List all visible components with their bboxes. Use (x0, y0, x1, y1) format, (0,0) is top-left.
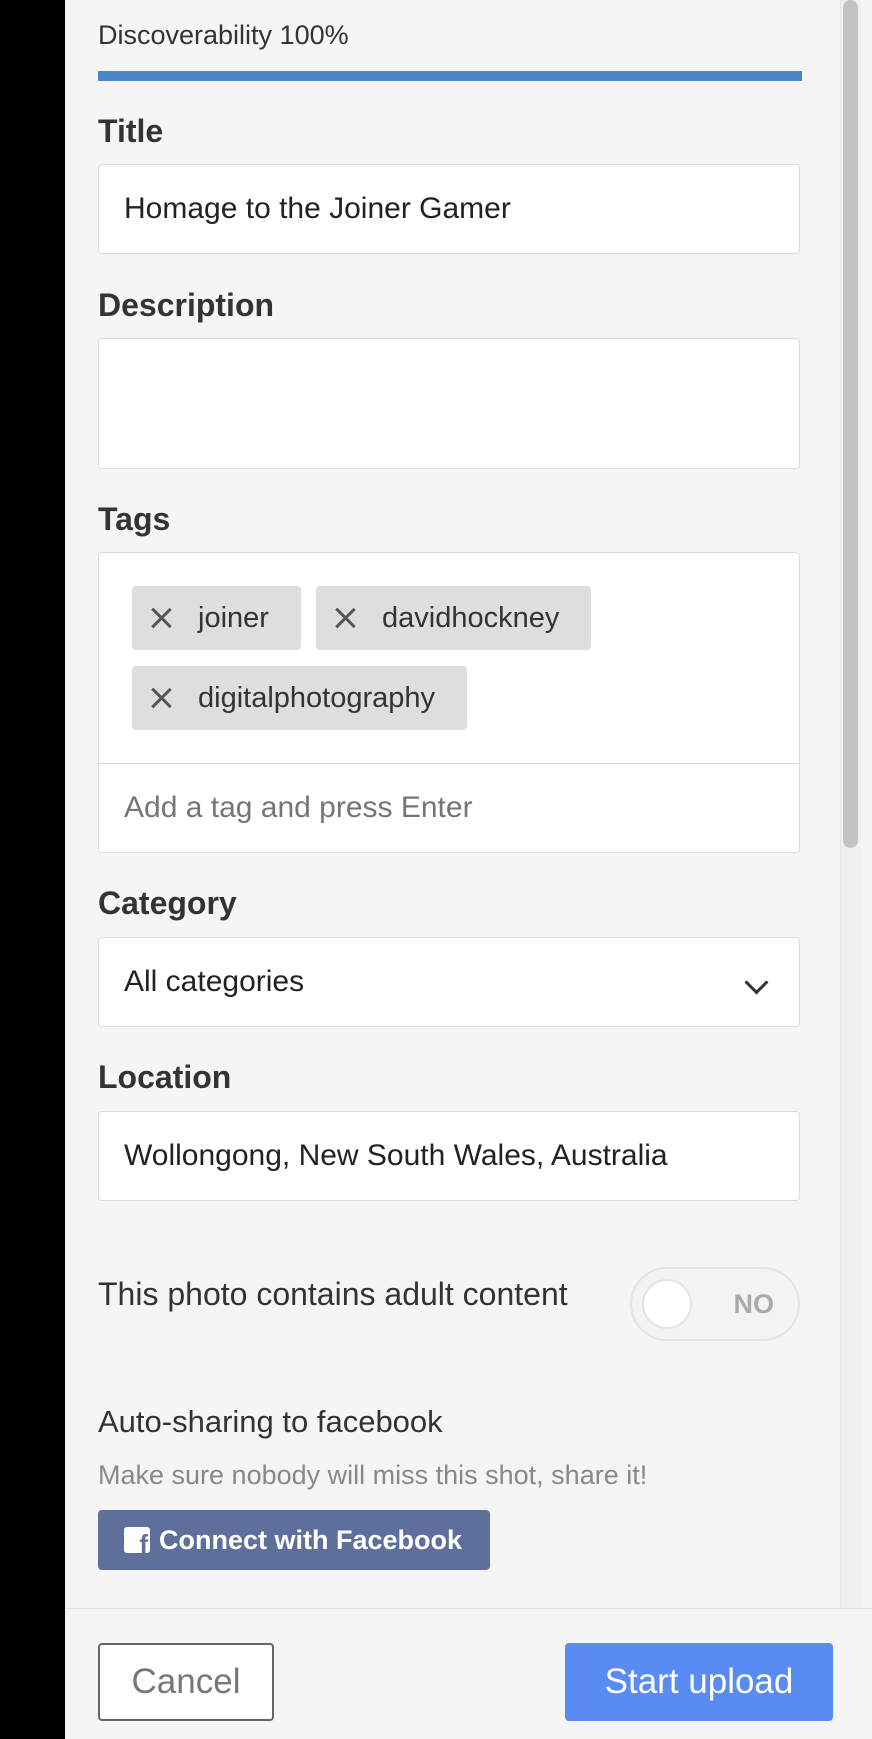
remove-tag-icon[interactable] (150, 607, 172, 629)
toggle-knob (642, 1279, 692, 1329)
tag-chip: joiner (132, 586, 301, 650)
tags-box: joiner davidhockney digitalphotography (98, 552, 800, 853)
share-subtitle: Make sure nobody will miss this shot, sh… (98, 1460, 648, 1490)
tags-label: Tags (98, 501, 171, 537)
tag-text: davidhockney (382, 601, 560, 634)
tag-input[interactable] (124, 764, 764, 852)
title-field[interactable]: Homage to the Joiner Gamer (98, 164, 800, 254)
share-title: Auto-sharing to facebook (98, 1404, 443, 1439)
discoverability-bar (98, 71, 802, 81)
tag-chip: davidhockney (316, 586, 592, 650)
facebook-button-label: Connect with Facebook (159, 1524, 463, 1555)
facebook-icon: f (124, 1527, 150, 1553)
discoverability-fill (98, 71, 802, 81)
location-label: Location (98, 1059, 232, 1095)
adult-content-toggle[interactable]: NO (630, 1267, 800, 1341)
tag-chip: digitalphotography (132, 666, 468, 730)
cancel-button[interactable]: Cancel (98, 1643, 274, 1721)
adult-content-label: This photo contains adult content (98, 1276, 568, 1312)
remove-tag-icon[interactable] (150, 687, 172, 709)
description-label: Description (98, 287, 275, 323)
connect-facebook-button[interactable]: f Connect with Facebook (98, 1510, 490, 1570)
start-upload-button[interactable]: Start upload (565, 1643, 833, 1721)
category-value: All categories (124, 965, 305, 998)
location-field[interactable]: Wollongong, New South Wales, Australia (98, 1111, 800, 1201)
toggle-state: NO (733, 1289, 775, 1319)
category-label: Category (98, 885, 237, 921)
chevron-down-icon (744, 970, 769, 995)
footer-bar: Cancel Start upload (65, 1608, 872, 1739)
location-value: Wollongong, New South Wales, Australia (124, 1139, 668, 1172)
category-select[interactable]: All categories (98, 937, 800, 1027)
scrollbar-thumb[interactable] (843, 0, 858, 848)
title-label: Title (98, 113, 164, 149)
remove-tag-icon[interactable] (334, 607, 356, 629)
discoverability-label: Discoverability 100% (98, 20, 349, 50)
description-field[interactable] (98, 338, 800, 469)
tag-text: joiner (198, 601, 269, 634)
tag-text: digitalphotography (198, 681, 436, 714)
title-value: Homage to the Joiner Gamer (124, 192, 511, 225)
